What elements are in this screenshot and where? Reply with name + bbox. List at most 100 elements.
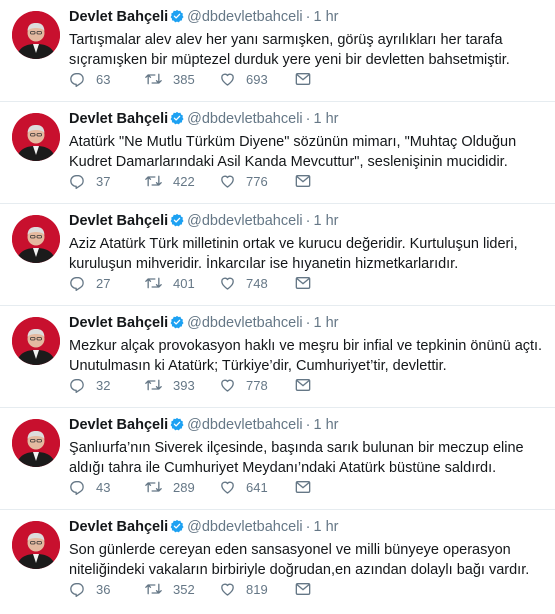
timestamp[interactable]: 1 hr bbox=[313, 315, 338, 331]
reply-button[interactable]: 36 bbox=[69, 581, 144, 597]
direct-message-button[interactable] bbox=[295, 378, 311, 392]
like-count: 819 bbox=[246, 581, 268, 597]
retweet-button[interactable]: 401 bbox=[144, 275, 219, 291]
envelope-icon bbox=[295, 175, 311, 187]
tweet[interactable]: Devlet Bahçeli @dbdevletbahceli · 1 hr Tart… bbox=[0, 0, 555, 102]
display-name[interactable]: Devlet Bahçeli bbox=[69, 111, 168, 127]
tweet-text: Aziz Atatürk Türk milletinin ortak ve ku… bbox=[69, 236, 518, 272]
retweet-button[interactable]: 352 bbox=[144, 581, 219, 597]
reply-icon bbox=[70, 481, 84, 495]
username[interactable]: @dbdevletbahceli bbox=[187, 417, 303, 433]
tweet[interactable]: Devlet Bahçeli @dbdevletbahceli · 1 hr Mezk… bbox=[0, 306, 555, 408]
profile-photo-icon bbox=[12, 11, 60, 59]
display-name[interactable]: Devlet Bahçeli bbox=[69, 9, 168, 25]
reply-count: 32 bbox=[96, 377, 111, 393]
like-count: 693 bbox=[246, 71, 268, 87]
timestamp[interactable]: 1 hr bbox=[313, 213, 338, 229]
reply-button[interactable]: 63 bbox=[69, 71, 144, 87]
retweet-count: 393 bbox=[173, 377, 195, 393]
heart-icon bbox=[221, 583, 234, 596]
direct-message-button[interactable] bbox=[295, 480, 311, 494]
reply-button[interactable]: 27 bbox=[69, 275, 144, 291]
retweet-count: 289 bbox=[173, 479, 195, 495]
profile-photo-icon bbox=[12, 215, 60, 263]
retweet-button[interactable]: 422 bbox=[144, 173, 219, 189]
display-name[interactable]: Devlet Bahçeli bbox=[69, 315, 168, 331]
reply-icon bbox=[70, 73, 84, 87]
envelope-icon bbox=[295, 73, 311, 85]
separator-dot: · bbox=[305, 417, 311, 433]
avatar[interactable] bbox=[12, 215, 60, 263]
heart-icon bbox=[221, 73, 234, 86]
reply-count: 37 bbox=[96, 173, 111, 189]
retweet-count: 401 bbox=[173, 275, 195, 291]
like-button[interactable]: 776 bbox=[219, 173, 295, 189]
profile-photo-icon bbox=[12, 419, 60, 467]
tweet-text: Şanlıurfa’nın Siverek ilçesinde, başında… bbox=[69, 440, 524, 476]
username[interactable]: @dbdevletbahceli bbox=[187, 315, 303, 331]
display-name[interactable]: Devlet Bahçeli bbox=[69, 417, 168, 433]
username[interactable]: @dbdevletbahceli bbox=[187, 519, 303, 535]
avatar[interactable] bbox=[12, 317, 60, 365]
direct-message-button[interactable] bbox=[295, 174, 311, 188]
tweet-header: Devlet Bahçeli @dbdevletbahceli · 1 hr bbox=[69, 204, 547, 233]
timestamp[interactable]: 1 hr bbox=[313, 111, 338, 127]
avatar[interactable] bbox=[12, 113, 60, 161]
timestamp[interactable]: 1 hr bbox=[313, 9, 338, 25]
like-button[interactable]: 819 bbox=[219, 581, 295, 597]
reply-count: 36 bbox=[96, 581, 111, 597]
separator-dot: · bbox=[305, 111, 311, 127]
username[interactable]: @dbdevletbahceli bbox=[187, 111, 303, 127]
like-button[interactable]: 778 bbox=[219, 377, 295, 393]
avatar[interactable] bbox=[12, 11, 60, 59]
retweet-icon bbox=[145, 583, 162, 595]
reply-icon bbox=[70, 175, 84, 189]
like-count: 748 bbox=[246, 275, 268, 291]
retweet-button[interactable]: 393 bbox=[144, 377, 219, 393]
display-name[interactable]: Devlet Bahçeli bbox=[69, 213, 168, 229]
reply-button[interactable]: 37 bbox=[69, 173, 144, 189]
like-button[interactable]: 641 bbox=[219, 479, 295, 495]
separator-dot: · bbox=[305, 9, 311, 25]
tweet[interactable]: Devlet Bahçeli @dbdevletbahceli · 1 hr Son … bbox=[0, 510, 555, 612]
separator-dot: · bbox=[305, 315, 311, 331]
avatar[interactable] bbox=[12, 521, 60, 569]
envelope-icon bbox=[295, 277, 311, 289]
tweet-header: Devlet Bahçeli @dbdevletbahceli · 1 hr bbox=[69, 408, 547, 437]
display-name[interactable]: Devlet Bahçeli bbox=[69, 519, 168, 535]
verified-badge-icon bbox=[170, 213, 184, 233]
retweet-button[interactable]: 385 bbox=[144, 71, 219, 87]
tweet-feed: Devlet Bahçeli @dbdevletbahceli · 1 hr Tart… bbox=[0, 0, 555, 612]
avatar[interactable] bbox=[12, 419, 60, 467]
verified-badge-icon bbox=[170, 111, 184, 131]
retweet-button[interactable]: 289 bbox=[144, 479, 219, 495]
tweet[interactable]: Devlet Bahçeli @dbdevletbahceli · 1 hr Aziz… bbox=[0, 204, 555, 306]
tweet-text: Atatürk "Ne Mutlu Türküm Diyene" sözünün… bbox=[69, 134, 517, 170]
retweet-icon bbox=[145, 481, 162, 493]
timestamp[interactable]: 1 hr bbox=[313, 519, 338, 535]
reply-button[interactable]: 43 bbox=[69, 479, 144, 495]
separator-dot: · bbox=[305, 213, 311, 229]
tweet-actions: 27 401 748 bbox=[69, 275, 311, 291]
username[interactable]: @dbdevletbahceli bbox=[187, 9, 303, 25]
reply-icon bbox=[70, 277, 84, 291]
tweet-actions: 36 352 819 bbox=[69, 581, 311, 597]
retweet-count: 385 bbox=[173, 71, 195, 87]
tweet[interactable]: Devlet Bahçeli @dbdevletbahceli · 1 hr Şanl… bbox=[0, 408, 555, 510]
tweet[interactable]: Devlet Bahçeli @dbdevletbahceli · 1 hr Atat… bbox=[0, 102, 555, 204]
username[interactable]: @dbdevletbahceli bbox=[187, 213, 303, 229]
like-button[interactable]: 748 bbox=[219, 275, 295, 291]
reply-count: 27 bbox=[96, 275, 111, 291]
tweet-header: Devlet Bahçeli @dbdevletbahceli · 1 hr bbox=[69, 0, 547, 29]
tweet-text: Son günlerde cereyan eden sansasyonel ve… bbox=[69, 542, 530, 578]
retweet-count: 422 bbox=[173, 173, 195, 189]
direct-message-button[interactable] bbox=[295, 72, 311, 86]
like-button[interactable]: 693 bbox=[219, 71, 295, 87]
heart-icon bbox=[221, 481, 234, 494]
direct-message-button[interactable] bbox=[295, 276, 311, 290]
direct-message-button[interactable] bbox=[295, 582, 311, 596]
timestamp[interactable]: 1 hr bbox=[313, 417, 338, 433]
profile-photo-icon bbox=[12, 113, 60, 161]
reply-button[interactable]: 32 bbox=[69, 377, 144, 393]
tweet-text: Mezkur alçak provokasyon haklı ve meşru … bbox=[69, 338, 543, 374]
